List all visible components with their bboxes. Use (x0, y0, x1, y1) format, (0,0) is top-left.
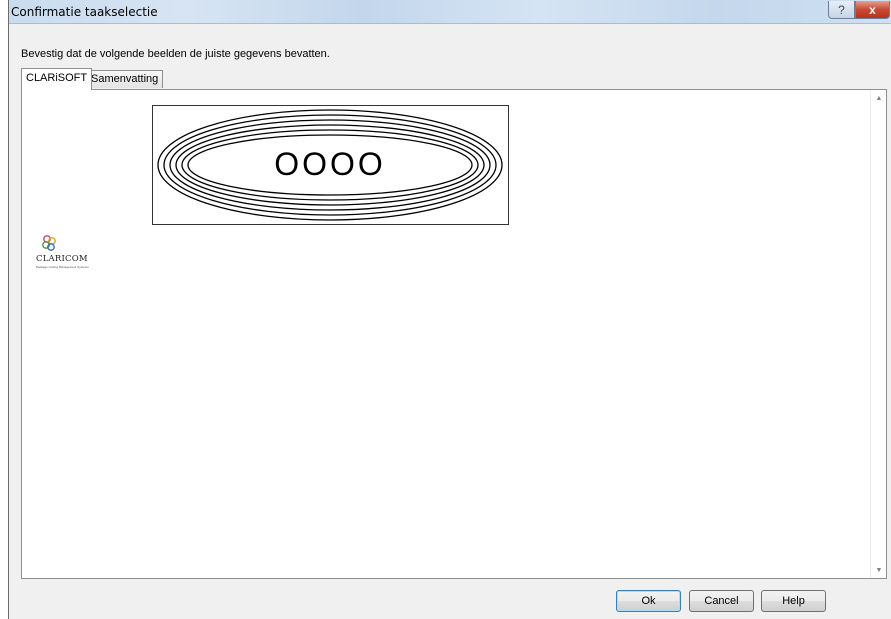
close-button[interactable]: x (855, 1, 890, 19)
preview-panel: OOOO CLARICOM Package Coding Management … (21, 89, 887, 579)
logo-name: CLARICOM (36, 254, 88, 264)
logo-tagline: Package Coding Management Systems (36, 265, 89, 269)
title-bar[interactable]: Confirmatie taakselectie ? x (9, 0, 891, 24)
label-text: OOOO (274, 146, 386, 182)
window-title: Confirmatie taakselectie (11, 5, 158, 19)
tab-samenvatting[interactable]: Samenvatting (86, 70, 164, 88)
close-icon: x (869, 2, 876, 17)
help-button[interactable]: Help (761, 590, 826, 612)
tab-label: CLARiSOFT (26, 72, 88, 84)
claricom-logo-icon (42, 235, 56, 251)
help-title-button[interactable]: ? (828, 1, 855, 19)
label-preview-image: OOOO (152, 105, 509, 225)
label-ellipse-graphic: OOOO (157, 109, 503, 221)
claricom-logo: CLARICOM Package Coding Management Syste… (36, 234, 106, 274)
scroll-down-icon[interactable]: ▼ (874, 565, 884, 575)
instruction-text: Bevestig dat de volgende beelden de juis… (21, 48, 330, 60)
tab-clarisoft[interactable]: CLARiSOFT (21, 68, 93, 90)
vertical-scrollbar[interactable]: ▲ ▼ (870, 90, 886, 578)
dialog-window: Confirmatie taakselectie ? x Bevestig da… (8, 0, 891, 619)
ok-button[interactable]: Ok (616, 590, 681, 612)
cancel-button[interactable]: Cancel (689, 590, 754, 612)
scroll-up-icon[interactable]: ▲ (874, 93, 884, 103)
tab-label: Samenvatting (91, 73, 159, 85)
question-icon: ? (838, 2, 845, 17)
